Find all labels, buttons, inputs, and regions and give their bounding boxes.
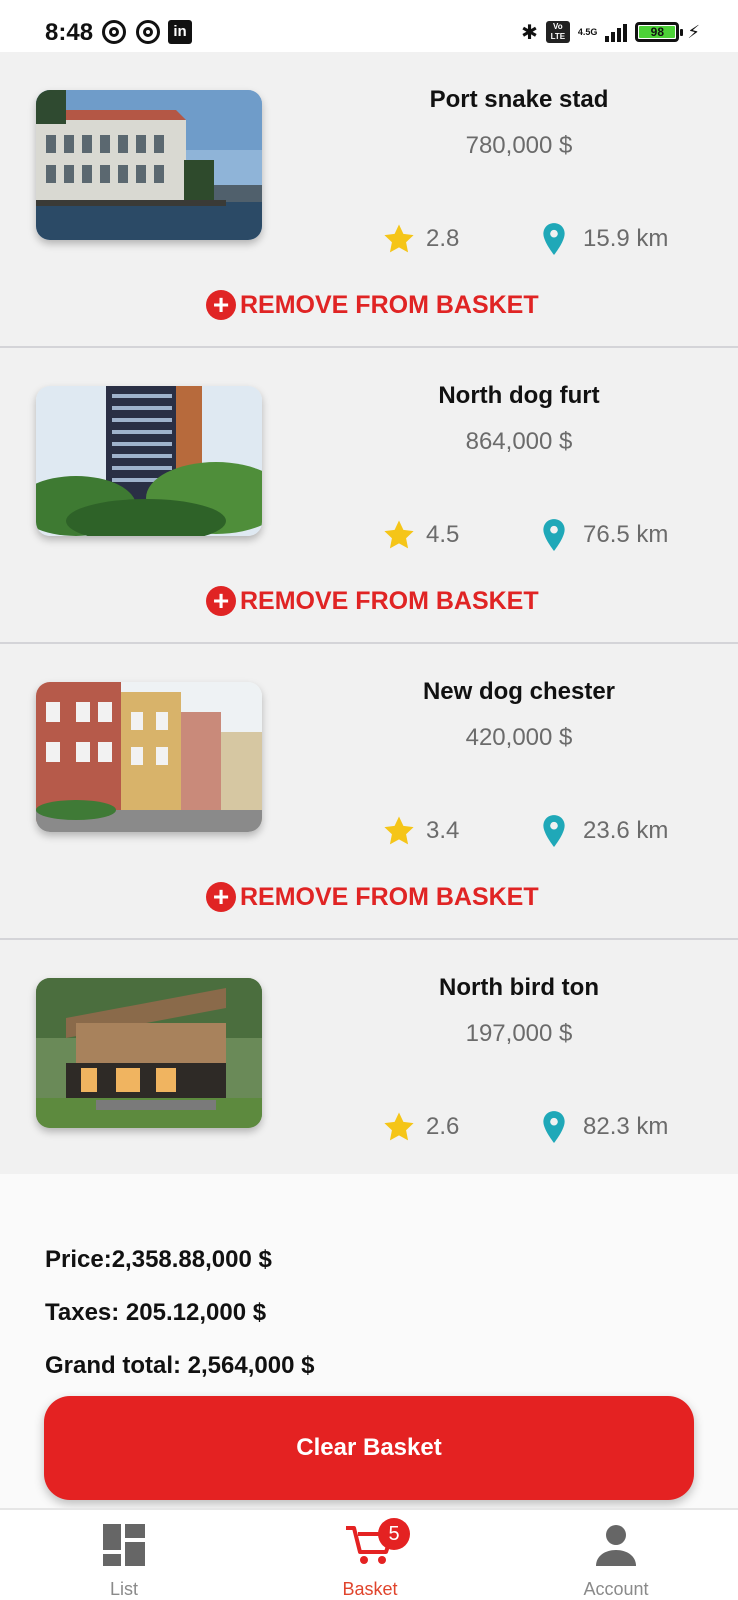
rating: 2.6 (382, 1110, 459, 1144)
distance: 15.9 km (541, 222, 668, 256)
location-pin-icon (543, 519, 565, 551)
status-icons: ✱ Vo LTE 4.5G 98 ⚡ (521, 18, 700, 46)
distance-value: 23.6 km (583, 817, 669, 844)
star-icon (384, 224, 414, 253)
dashboard-icon (103, 1524, 145, 1566)
location-pin-icon (543, 223, 565, 255)
status-bar: 8:48 in ✱ Vo LTE 4.5G 98 ⚡ (0, 0, 738, 52)
rating-value: 4.5 (426, 521, 460, 548)
remove-from-basket-button[interactable]: + REMOVE FROM BASKET (206, 290, 539, 320)
battery-icon: 98 (635, 22, 684, 42)
total-price: Price:2,358.88,000 $ (45, 1246, 272, 1273)
volte-icon: Vo LTE (545, 21, 570, 43)
rating: 3.4 (382, 814, 459, 848)
bottom-navigation: List 5 Basket Account (0, 1508, 738, 1600)
basket-list: Port snake stad 780,000 $ 2.8 15.9 km + … (0, 52, 738, 1184)
rating-value: 3.4 (426, 817, 460, 844)
nav-basket[interactable]: 5 Basket (290, 1510, 450, 1600)
basket-item[interactable]: Port snake stad 780,000 $ 2.8 15.9 km + … (0, 52, 738, 348)
remove-from-basket-button[interactable]: + REMOVE FROM BASKET (206, 882, 539, 912)
distance: 82.3 km (541, 1110, 668, 1144)
linkedin-icon: in (168, 20, 192, 44)
star-icon (384, 520, 414, 549)
signal-icon (605, 22, 628, 42)
distance-value: 82.3 km (583, 1113, 669, 1140)
rating: 2.8 (382, 222, 459, 256)
property-title: Port snake stad (429, 86, 609, 113)
basket-totals: Price:2,358.88,000 $ Taxes: 205.12,000 $… (0, 1174, 738, 1508)
property-title: North dog furt (438, 382, 600, 409)
property-image[interactable] (36, 90, 262, 240)
location-pin-icon (543, 815, 565, 847)
property-image[interactable] (36, 682, 262, 832)
plus-circle-icon: + (206, 586, 236, 616)
distance: 23.6 km (541, 814, 668, 848)
grand-total: Grand total: 2,564,000 $ (45, 1352, 315, 1379)
charging-icon: ⚡ (687, 21, 700, 42)
basket-item[interactable]: North bird ton 197,000 $ 2.6 82.3 km (0, 940, 738, 1184)
property-title: North bird ton (439, 974, 599, 1001)
nav-account[interactable]: Account (536, 1510, 696, 1600)
network-type: 4.5G (577, 27, 598, 37)
star-icon (384, 1112, 414, 1141)
distance-value: 76.5 km (583, 521, 669, 548)
property-price: 864,000 $ (465, 428, 573, 455)
property-image[interactable] (36, 978, 262, 1128)
person-icon (596, 1525, 636, 1566)
property-price: 780,000 $ (465, 132, 573, 159)
distance-value: 15.9 km (583, 225, 669, 252)
nav-list[interactable]: List (44, 1510, 204, 1600)
location-pin-icon (543, 1111, 565, 1143)
rating: 4.5 (382, 518, 459, 552)
nav-basket-label: Basket (342, 1579, 398, 1599)
distance: 76.5 km (541, 518, 668, 552)
property-price: 197,000 $ (465, 1020, 573, 1047)
star-icon (384, 816, 414, 845)
at-sign-icon (136, 20, 160, 44)
clear-basket-button[interactable]: Clear Basket (44, 1396, 694, 1500)
at-sign-icon (102, 20, 126, 44)
battery-level: 98 (639, 26, 676, 38)
remove-label: REMOVE FROM BASKET (240, 586, 539, 615)
nav-list-label: List (109, 1579, 138, 1599)
property-price: 420,000 $ (465, 724, 573, 751)
rating-value: 2.6 (426, 1113, 460, 1140)
status-time: 8:48 (45, 19, 94, 46)
basket-item[interactable]: North dog furt 864,000 $ 4.5 76.5 km + R… (0, 348, 738, 644)
plus-circle-icon: + (206, 882, 236, 912)
basket-item[interactable]: New dog chester 420,000 $ 3.4 23.6 km + … (0, 644, 738, 940)
property-title: New dog chester (422, 678, 616, 705)
property-image[interactable] (36, 386, 262, 536)
rating-value: 2.8 (426, 225, 460, 252)
total-taxes: Taxes: 205.12,000 $ (45, 1299, 267, 1326)
remove-from-basket-button[interactable]: + REMOVE FROM BASKET (206, 586, 539, 616)
bluetooth-icon: ✱ (521, 21, 538, 44)
nav-account-label: Account (583, 1579, 649, 1599)
remove-label: REMOVE FROM BASKET (240, 882, 539, 911)
plus-circle-icon: + (206, 290, 236, 320)
remove-label: REMOVE FROM BASKET (240, 290, 539, 319)
cart-count-badge: 5 (378, 1518, 410, 1550)
